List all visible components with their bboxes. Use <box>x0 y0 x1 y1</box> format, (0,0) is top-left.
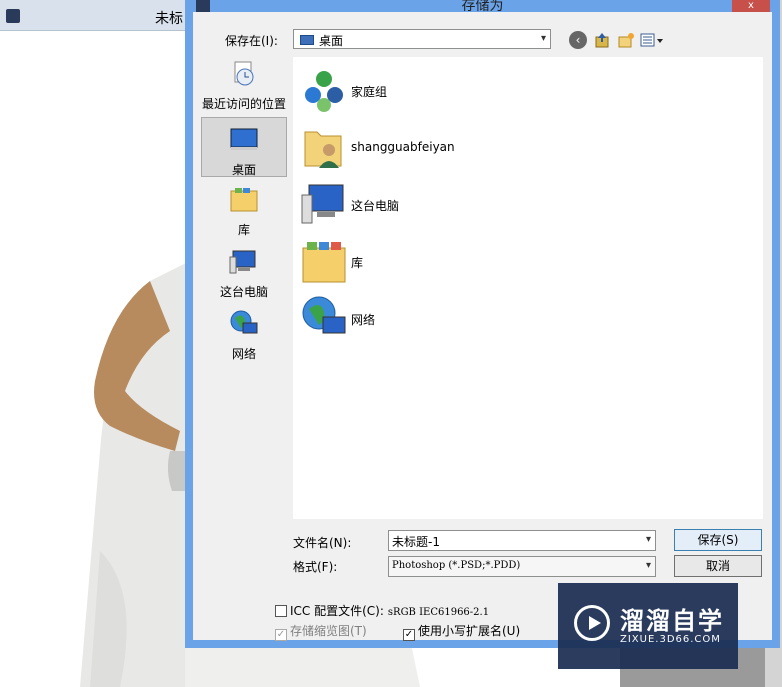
file-label: 家庭组 <box>351 85 388 99</box>
place-this-pc[interactable]: 这台电脑 <box>201 247 287 299</box>
new-folder-button[interactable] <box>617 31 635 49</box>
icc-profile-label: ICC 配置文件(C): <box>290 604 384 618</box>
library-icon <box>302 242 346 283</box>
thumbnail-row: ✓ 存储缩览图(T) <box>275 622 367 641</box>
desktop-small-icon <box>300 35 314 45</box>
format-dropdown[interactable]: Photoshop (*.PSD;*.PDD) ▾ <box>388 556 656 577</box>
close-button[interactable]: x <box>732 0 770 12</box>
file-list[interactable]: 家庭组 shangguabfeiyan 这台电脑 库 网络 <box>293 57 763 519</box>
recent-places-icon <box>234 61 254 86</box>
place-desktop[interactable]: 桌面 <box>201 117 287 177</box>
library-icon <box>230 188 258 212</box>
photoshop-app-icon <box>196 0 210 12</box>
filename-value: 未标题-1 <box>392 535 440 549</box>
format-value: Photoshop (*.PSD;*.PDD) <box>392 560 521 571</box>
places-bar: 最近访问的位置 桌面 库 这台电脑 网络 <box>201 57 289 582</box>
list-item-homegroup[interactable]: 家庭组 <box>301 67 601 113</box>
place-library[interactable]: 库 <box>201 185 287 237</box>
lowercase-ext-checkbox[interactable]: ✓ <box>403 629 415 641</box>
place-label: 这台电脑 <box>219 285 268 299</box>
watermark-url: ZIXUE.3D66.COM <box>620 634 721 645</box>
place-recent[interactable]: 最近访问的位置 <box>201 59 287 117</box>
save-button[interactable]: 保存(S) <box>674 529 762 551</box>
lowercase-ext-label: 使用小写扩展名(U) <box>418 624 521 638</box>
file-label: 库 <box>351 256 364 270</box>
network-icon <box>302 296 346 334</box>
computer-icon <box>301 184 344 224</box>
chevron-down-icon: ▾ <box>645 560 651 571</box>
play-logo-icon <box>574 605 610 641</box>
chevron-down-icon[interactable]: ▾ <box>646 534 651 545</box>
back-button[interactable]: ‹ <box>569 31 587 49</box>
file-label: 这台电脑 <box>351 199 400 213</box>
user-folder-icon <box>304 131 342 168</box>
desktop-icon <box>230 128 258 150</box>
place-label: 库 <box>237 223 250 237</box>
thumbnail-label: 存储缩览图(T) <box>290 624 367 638</box>
watermark: 溜溜自学 ZIXUE.3D66.COM <box>558 583 738 669</box>
list-item-library[interactable]: 库 <box>301 238 601 284</box>
save-as-dialog: 存储为 x 保存在(I): 桌面 ▾ ‹ 最近访问的位置 桌面 库 这台电脑 网… <box>185 0 780 648</box>
lowercase-ext-row: ✓ 使用小写扩展名(U) <box>403 622 520 641</box>
computer-icon <box>229 250 256 274</box>
list-item-this-pc[interactable]: 这台电脑 <box>301 181 601 227</box>
cancel-button[interactable]: 取消 <box>674 555 762 577</box>
photoshop-doc-icon <box>6 9 20 23</box>
place-label: 最近访问的位置 <box>201 97 286 111</box>
look-in-value: 桌面 <box>319 34 344 48</box>
look-in-dropdown[interactable]: 桌面 ▾ <box>293 29 551 49</box>
up-folder-button[interactable] <box>593 31 611 49</box>
thumbnail-checkbox: ✓ <box>275 629 287 641</box>
file-label: 网络 <box>351 313 376 327</box>
view-menu-button[interactable] <box>639 31 665 49</box>
icc-profile-checkbox[interactable] <box>275 605 287 617</box>
place-label: 桌面 <box>231 163 256 177</box>
filename-label: 文件名(N): <box>293 536 352 550</box>
watermark-brand: 溜溜自学 <box>620 607 724 635</box>
filename-input[interactable]: 未标题-1 ▾ <box>388 530 656 551</box>
list-item-user-folder[interactable]: shangguabfeiyan <box>301 124 601 170</box>
icc-profile-row: ICC 配置文件(C): sRGB IEC61966-2.1 <box>275 602 489 619</box>
network-icon <box>230 310 258 334</box>
look-in-label: 保存在(I): <box>225 34 278 48</box>
homegroup-icon <box>305 71 343 112</box>
icc-profile-value: sRGB IEC61966-2.1 <box>387 607 490 618</box>
place-network[interactable]: 网络 <box>201 309 287 361</box>
background-window-title: 未标 <box>155 11 183 27</box>
place-label: 网络 <box>231 347 256 361</box>
chevron-down-icon: ▾ <box>540 33 546 44</box>
dialog-body: 保存在(I): 桌面 ▾ ‹ 最近访问的位置 桌面 库 这台电脑 网络 家庭组 … <box>193 12 772 641</box>
format-label: 格式(F): <box>293 560 338 574</box>
file-label: shangguabfeiyan <box>351 140 455 154</box>
list-item-network[interactable]: 网络 <box>301 295 601 341</box>
